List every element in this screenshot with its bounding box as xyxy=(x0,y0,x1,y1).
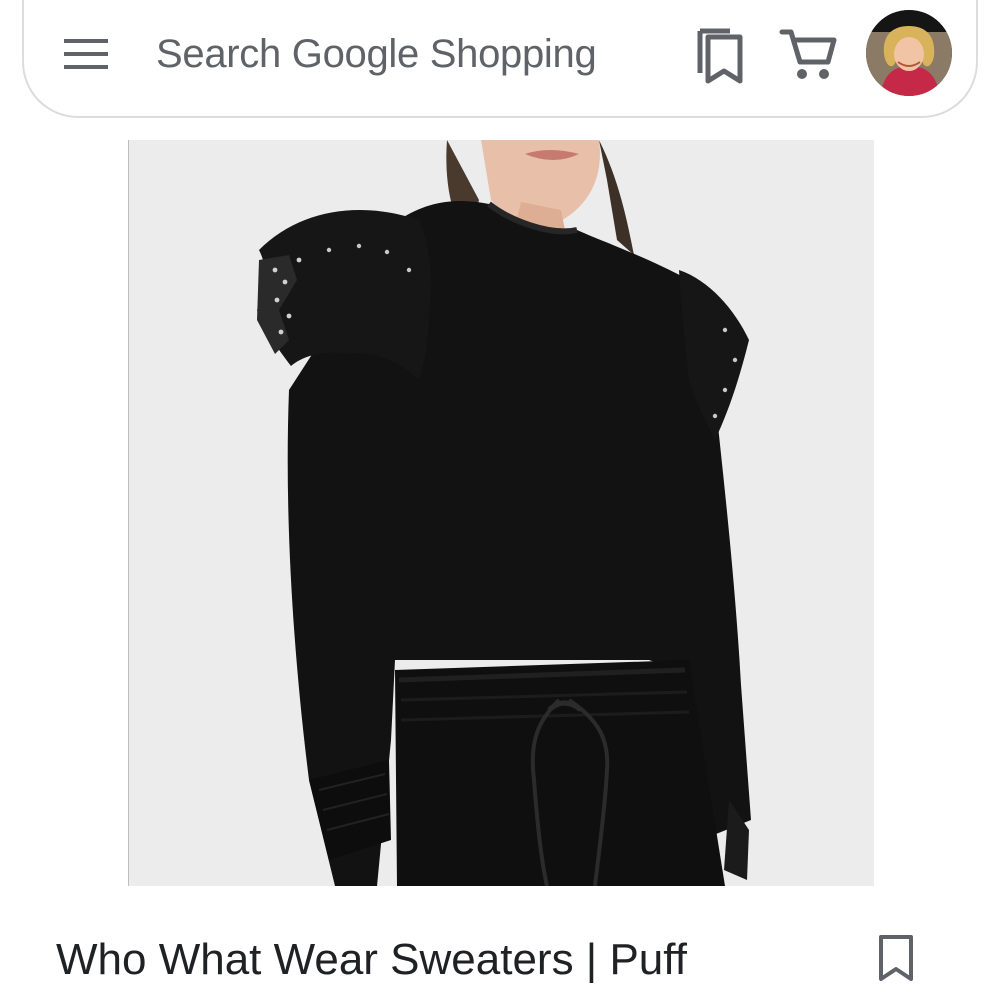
save-product-button[interactable] xyxy=(868,928,924,988)
hamburger-menu-icon xyxy=(64,39,108,69)
product-photo xyxy=(129,140,874,886)
user-avatar[interactable] xyxy=(866,10,952,96)
search-input[interactable]: Search Google Shopping xyxy=(156,28,597,80)
product-image[interactable] xyxy=(128,140,874,886)
bookmarks-icon xyxy=(697,28,743,84)
avatar-photo xyxy=(866,10,952,96)
bookmarks-button[interactable] xyxy=(690,26,750,86)
product-title[interactable]: Who What Wear Sweaters | Puff xyxy=(56,930,816,990)
bookmark-icon xyxy=(879,935,913,981)
shopping-cart-icon xyxy=(779,29,837,79)
menu-button[interactable] xyxy=(58,30,114,78)
shopping-cart-button[interactable] xyxy=(776,24,840,84)
shopping-product-page: Search Google Shopping Who What Wear Swe… xyxy=(0,0,1000,1000)
